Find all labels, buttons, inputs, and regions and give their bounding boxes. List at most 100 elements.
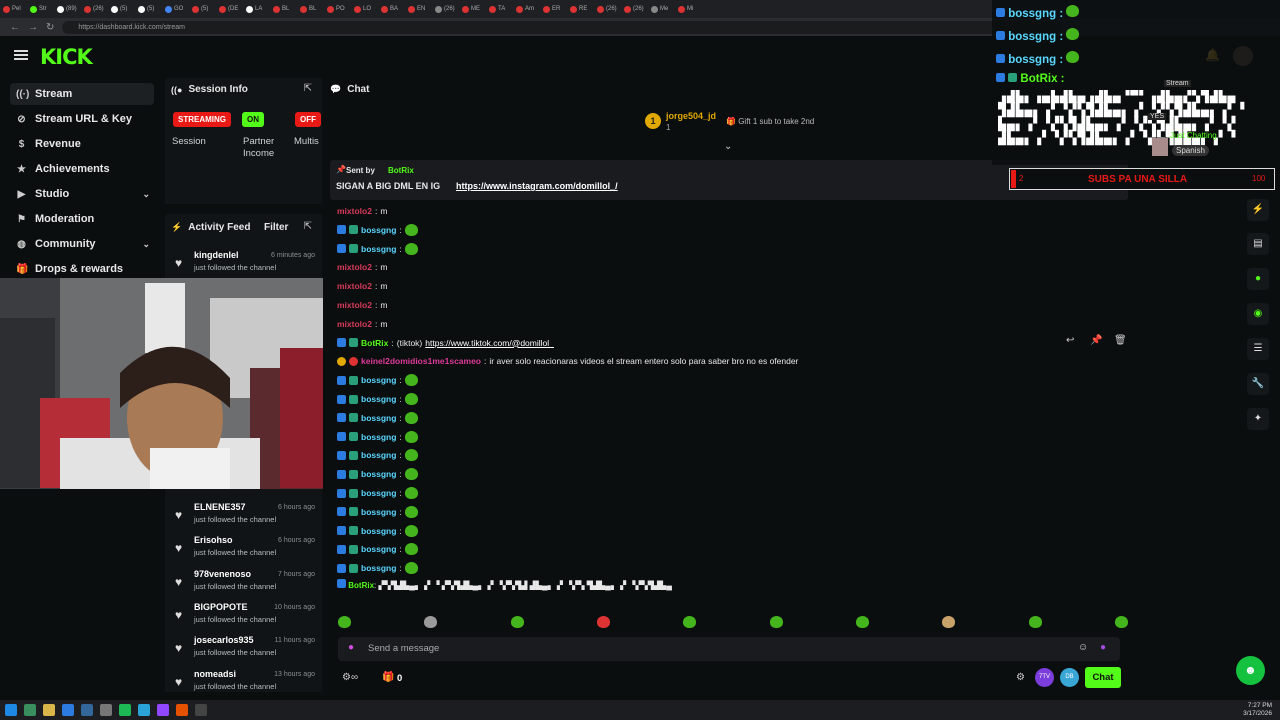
follower-name[interactable]: josecarlos935 — [194, 635, 254, 645]
emote-icon[interactable] — [683, 616, 697, 628]
popout-icon[interactable]: ⇱ — [304, 83, 312, 94]
follower-name[interactable]: BIGPOPOTE — [194, 602, 248, 612]
delete-icon[interactable]: 🗑 — [1114, 335, 1127, 346]
reply-icon[interactable]: ↩ — [1066, 335, 1074, 346]
document-icon[interactable]: ▤ — [1247, 233, 1269, 255]
follower-name[interactable]: nomeadsi — [194, 669, 236, 679]
emote-icon[interactable] — [424, 616, 438, 628]
kick-logo[interactable]: KICK — [40, 45, 93, 69]
kick-emote-icon[interactable]: ● — [1100, 642, 1106, 653]
top-gifter-name[interactable]: jorge504_jd — [666, 111, 716, 121]
list-icon[interactable]: ☰ — [1247, 338, 1269, 360]
browser-tab[interactable]: ME — [459, 1, 486, 17]
follower-name[interactable]: ELNENE357 — [194, 502, 246, 512]
chat-send-button[interactable]: Chat — [1085, 667, 1121, 688]
url-input[interactable]: https://dashboard.kick.com/stream — [62, 20, 1063, 34]
bolt-icon[interactable]: ⚡ — [1247, 199, 1269, 221]
filter-button[interactable]: Filter — [264, 222, 288, 233]
chat-link[interactable]: https://www.tiktok.com/@domillol_ — [425, 338, 554, 348]
gift-box-icon[interactable]: 🎁 — [382, 672, 394, 683]
back-icon[interactable]: ← — [10, 22, 20, 33]
emote-icon[interactable] — [338, 616, 351, 628]
browser-tab[interactable]: Me — [648, 1, 675, 17]
spotify-icon[interactable] — [119, 704, 131, 716]
browser-tab[interactable]: (DE — [216, 1, 243, 17]
browser-tab[interactable]: (5) — [189, 1, 216, 17]
sidebar-item-stream[interactable]: ((·) Stream — [10, 83, 154, 105]
follower-name[interactable]: 978venenoso — [194, 569, 251, 579]
windows-start-icon[interactable] — [5, 704, 17, 716]
chat-username[interactable]: bossgng — [361, 413, 396, 423]
chat-username[interactable]: mixtolo2 — [337, 300, 372, 310]
chat-username[interactable]: BotRix — [361, 338, 388, 348]
browser-tab[interactable]: (89) — [54, 1, 81, 17]
chat-username[interactable]: mixtolo2 — [337, 281, 372, 291]
emote-icon[interactable] — [942, 616, 956, 628]
wrench-icon[interactable]: 🔧 — [1247, 373, 1269, 395]
chat-username[interactable]: bossgng — [361, 432, 396, 442]
chat-username[interactable]: BotRix — [348, 581, 374, 590]
browser-tab[interactable]: Pel — [0, 1, 27, 17]
emoji-icon[interactable]: ☺ — [1078, 642, 1088, 653]
emote-icon[interactable] — [596, 616, 610, 628]
browser-tab[interactable]: (5) — [135, 1, 162, 17]
browser-tab[interactable]: Str — [27, 1, 54, 17]
sidebar-item-community[interactable]: ◍ Community ⌄ — [10, 233, 154, 255]
browser-tab[interactable]: ER — [540, 1, 567, 17]
browser-tab[interactable]: (26) — [432, 1, 459, 17]
sidebar-item-achievements[interactable]: ★ Achievements — [10, 158, 154, 180]
popout-icon[interactable]: ⇱ — [304, 221, 312, 232]
chat-username[interactable]: bossgng — [361, 450, 396, 460]
follower-name[interactable]: kingdenlel — [194, 250, 239, 260]
telegram-icon[interactable] — [138, 704, 150, 716]
emote-icon[interactable] — [1028, 616, 1042, 628]
chat-username[interactable]: keinel2domidios1me1scameo — [361, 356, 481, 366]
app-icon[interactable] — [81, 704, 93, 716]
browser-tab[interactable]: (5) — [108, 1, 135, 17]
browser-tab[interactable]: Mi — [675, 1, 702, 17]
browser-tab[interactable]: (26) — [81, 1, 108, 17]
settings-icon[interactable]: ⚙ — [1016, 672, 1025, 683]
browser-tab[interactable]: LA — [243, 1, 270, 17]
infinity-icon[interactable]: ⚙∞ — [342, 672, 358, 683]
forward-icon[interactable]: → — [28, 22, 38, 33]
chat-username[interactable]: bossgng — [361, 563, 396, 573]
chat-username[interactable]: bossgng — [361, 507, 396, 517]
browser-tab[interactable]: BL — [270, 1, 297, 17]
app-icon[interactable] — [176, 704, 188, 716]
sidebar-item-key[interactable]: ⊘ Stream URL & Key — [10, 108, 154, 130]
browser-tab[interactable]: TA — [486, 1, 513, 17]
pinned-link[interactable]: https://www.instagram.com/domillol_/ — [456, 181, 618, 191]
follower-name[interactable]: Erisohso — [194, 535, 233, 545]
browser-tab[interactable]: BA — [378, 1, 405, 17]
obs-icon[interactable] — [195, 704, 207, 716]
chat-username[interactable]: mixtolo2 — [337, 206, 372, 216]
mic-icon[interactable]: ● — [348, 642, 354, 653]
browser-tab[interactable]: (26) — [621, 1, 648, 17]
emote-icon[interactable] — [855, 616, 869, 628]
sidebar-item-moderation[interactable]: ⚑ Moderation — [10, 208, 154, 230]
chevron-down-icon[interactable]: ⌄ — [724, 141, 732, 152]
emote-icon[interactable] — [1114, 616, 1128, 628]
support-chat-icon[interactable]: ☻ — [1236, 656, 1265, 685]
browser-tab[interactable]: Am — [513, 1, 540, 17]
sidebar-item-drops[interactable]: 🎁 Drops & rewards — [10, 258, 154, 280]
sidebar-item-revenue[interactable]: $ Revenue — [10, 133, 154, 155]
emote-icon[interactable] — [510, 616, 524, 628]
browser-tab[interactable]: RE — [567, 1, 594, 17]
chat-username[interactable]: bossgng — [361, 225, 396, 235]
menu-icon[interactable] — [14, 50, 28, 60]
app-icon[interactable] — [100, 704, 112, 716]
gift-hint[interactable]: 🎁 Gift 1 sub to take 2nd — [726, 117, 814, 126]
db-extension-icon[interactable]: DB — [1060, 668, 1079, 687]
reload-icon[interactable]: ↻ — [46, 22, 54, 33]
pinned-sender[interactable]: BotRix — [388, 166, 414, 175]
chat-username[interactable]: bossgng — [361, 488, 396, 498]
chat-username[interactable]: bossgng — [361, 244, 396, 254]
browser-tab[interactable]: EN — [405, 1, 432, 17]
chat-username[interactable]: bossgng — [361, 526, 396, 536]
sidebar-item-studio[interactable]: ▶ Studio ⌄ — [10, 183, 154, 205]
app-icon[interactable] — [157, 704, 169, 716]
browser-tab[interactable]: BL — [297, 1, 324, 17]
pin-icon[interactable]: 📌 — [1090, 335, 1102, 346]
